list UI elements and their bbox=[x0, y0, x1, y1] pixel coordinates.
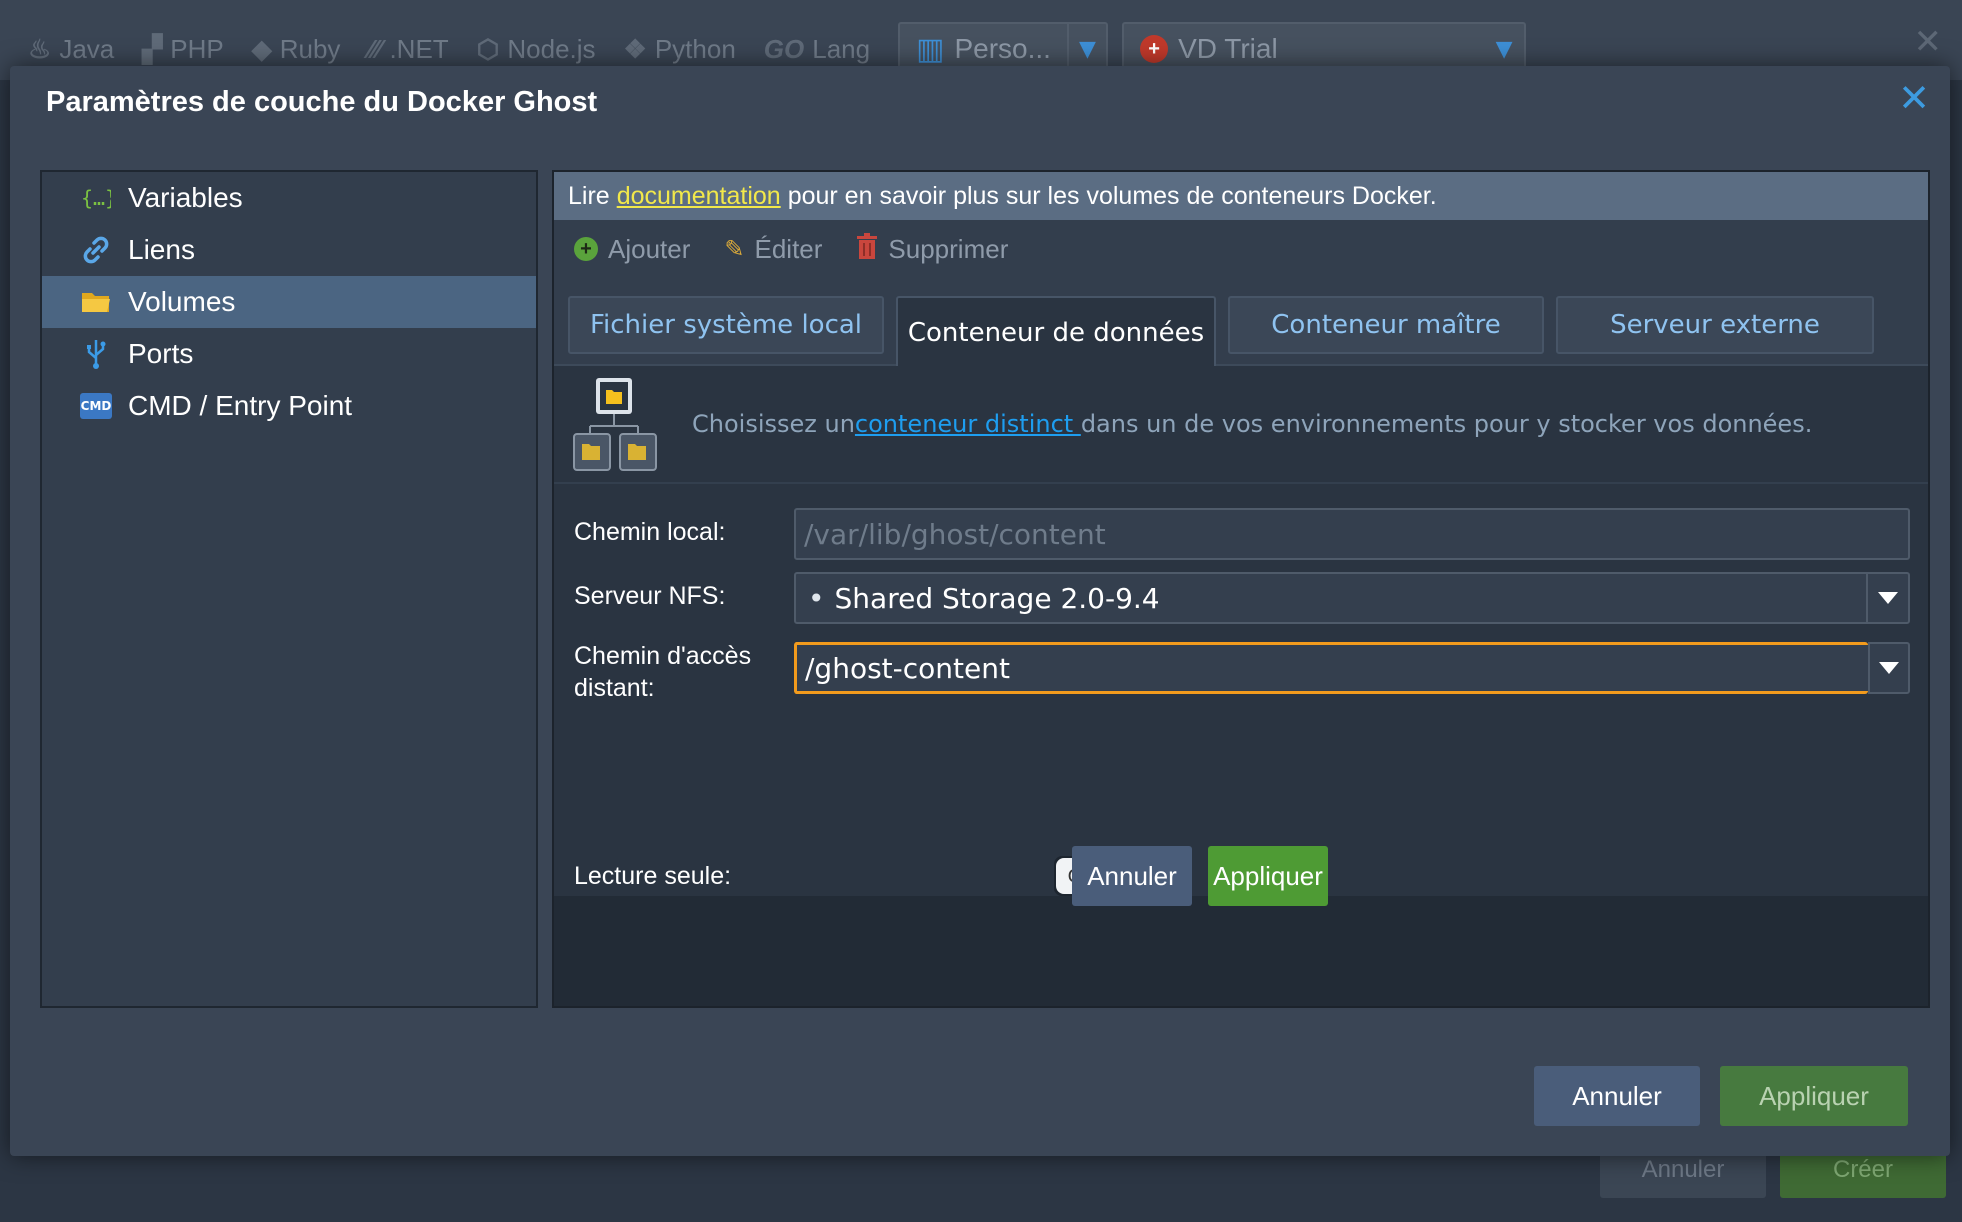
nav-item-label: Variables bbox=[128, 182, 243, 213]
nav-item-ports[interactable]: Ports bbox=[42, 328, 536, 380]
cmd-icon: CMD bbox=[80, 393, 112, 419]
tab-local-filesystem[interactable]: Fichier système local bbox=[568, 296, 884, 354]
stack-tab-label: .NET bbox=[389, 33, 449, 64]
nav-item-label: Liens bbox=[128, 234, 195, 265]
stack-tab-go[interactable]: GO Lang bbox=[764, 34, 870, 65]
layer-settings-dialog: Paramètres de couche du Docker Ghost ✕ {… bbox=[10, 66, 1950, 1156]
dialog-apply-button[interactable]: Appliquer bbox=[1720, 1066, 1908, 1126]
stack-tab-python[interactable]: ❖ Python bbox=[624, 34, 736, 65]
nav-item-label: CMD / Entry Point bbox=[128, 390, 353, 421]
remote-path-label: Chemin d'accès distant: bbox=[574, 640, 751, 704]
svg-text:{…}: {…} bbox=[81, 186, 111, 210]
hint-suffix: dans un de vos environnements pour y sto… bbox=[1080, 410, 1813, 438]
form-apply-button[interactable]: Appliquer bbox=[1208, 846, 1328, 906]
remote-path-label-line2: distant: bbox=[574, 674, 655, 702]
stack-tab-java[interactable]: ♨ Java bbox=[28, 34, 114, 65]
dialog-title: Paramètres de couche du Docker Ghost bbox=[46, 86, 598, 118]
python-icon: ❖ bbox=[623, 33, 647, 64]
remote-path-input[interactable]: /ghost-content bbox=[794, 642, 1868, 694]
local-path-label: Chemin local: bbox=[574, 518, 726, 546]
data-container-form: Choisissez unconteneur distinct dans un … bbox=[554, 366, 1928, 896]
tab-data-container[interactable]: Conteneur de données bbox=[896, 296, 1216, 368]
stack-tab-label: Ruby bbox=[279, 33, 341, 64]
nodejs-icon: ⬡ bbox=[476, 33, 500, 64]
delete-label: Supprimer bbox=[888, 233, 1009, 264]
hint-row: Choisissez unconteneur distinct dans un … bbox=[554, 366, 1928, 484]
usb-icon bbox=[80, 338, 112, 370]
chevron-down-icon bbox=[1879, 659, 1899, 678]
region-selector-label: VD Trial bbox=[1178, 33, 1278, 64]
background-close-icon[interactable]: ✕ bbox=[1914, 22, 1943, 62]
stack-tab-label: Node.js bbox=[507, 33, 596, 64]
remote-path-value: /ghost-content bbox=[805, 651, 1010, 685]
status-dot-icon: • bbox=[808, 581, 825, 615]
stack-tab-php[interactable]: ▞ PHP bbox=[142, 34, 223, 65]
delete-button[interactable]: Supprimer bbox=[856, 232, 1009, 266]
tab-external-server[interactable]: Serveur externe bbox=[1556, 296, 1874, 354]
pencil-icon: ✎ bbox=[724, 235, 745, 263]
stack-tab-label: PHP bbox=[170, 33, 224, 64]
hint-text: Choisissez unconteneur distinct dans un … bbox=[692, 410, 1812, 438]
volume-type-tabs: Fichier système local Conteneur de donné… bbox=[554, 278, 1928, 368]
remote-path-label-line1: Chemin d'accès bbox=[574, 642, 752, 670]
stack-tab-label: Java bbox=[59, 33, 115, 64]
variables-icon: {…} bbox=[80, 182, 112, 214]
settings-nav: {…} Variables Liens Volumes Ports CMD bbox=[40, 170, 538, 1008]
go-icon: GO bbox=[763, 33, 805, 64]
columns-icon: ▥ bbox=[916, 32, 945, 66]
info-suffix: pour en savoir plus sur les volumes de c… bbox=[787, 181, 1437, 210]
add-label: Ajouter bbox=[608, 233, 691, 264]
container-tree-icon bbox=[572, 376, 662, 480]
documentation-link[interactable]: documentation bbox=[617, 182, 781, 211]
nav-item-label: Ports bbox=[128, 338, 194, 369]
nfs-server-label: Serveur NFS: bbox=[574, 582, 726, 610]
documentation-info-bar: Lire documentation pour en savoir plus s… bbox=[554, 172, 1928, 220]
edit-button[interactable]: ✎ Éditer bbox=[724, 234, 822, 265]
php-icon: ▞ bbox=[142, 33, 163, 64]
tab-master-container[interactable]: Conteneur maître bbox=[1228, 296, 1544, 354]
info-prefix: Lire bbox=[568, 181, 610, 210]
stack-tab-dotnet[interactable]: ⁄⁄⁄ .NET bbox=[368, 34, 448, 65]
nfs-server-value: Shared Storage 2.0-9.4 bbox=[834, 581, 1160, 615]
local-path-field: /var/lib/ghost/content bbox=[794, 508, 1910, 560]
nav-item-variables[interactable]: {…} Variables bbox=[42, 172, 536, 224]
volumes-toolbar: + Ajouter ✎ Éditer Supprimer bbox=[554, 220, 1928, 278]
local-path-value: /var/lib/ghost/content bbox=[804, 517, 1106, 551]
edit-label: Éditer bbox=[754, 233, 823, 264]
ruby-icon: ◆ bbox=[251, 33, 272, 64]
dotnet-icon: ⁄⁄⁄ bbox=[368, 33, 382, 64]
swiss-flag-icon: + bbox=[1140, 35, 1169, 63]
nav-item-cmd[interactable]: CMD CMD / Entry Point bbox=[42, 380, 536, 432]
form-cancel-button[interactable]: Annuler bbox=[1072, 846, 1192, 906]
nfs-server-select[interactable]: • Shared Storage 2.0-9.4 bbox=[794, 572, 1910, 624]
readonly-label: Lecture seule: bbox=[574, 862, 732, 890]
close-icon[interactable]: ✕ bbox=[1894, 78, 1934, 118]
link-icon bbox=[80, 234, 112, 266]
hint-prefix: Choisissez un bbox=[692, 410, 855, 438]
plus-circle-icon: + bbox=[574, 237, 598, 261]
add-button[interactable]: + Ajouter bbox=[574, 234, 690, 265]
nav-item-volumes[interactable]: Volumes bbox=[42, 276, 536, 328]
dialog-cancel-button[interactable]: Annuler bbox=[1534, 1066, 1700, 1126]
nav-item-label: Volumes bbox=[128, 286, 236, 317]
java-icon: ♨ bbox=[28, 33, 52, 64]
chevron-down-icon[interactable] bbox=[1866, 574, 1908, 622]
stack-tab-nodejs[interactable]: ⬡ Node.js bbox=[477, 34, 596, 65]
stack-tab-ruby[interactable]: ◆ Ruby bbox=[252, 34, 341, 65]
remote-path-dropdown-button[interactable] bbox=[1868, 642, 1910, 694]
folder-icon bbox=[80, 286, 112, 318]
environment-selector-label: Perso... bbox=[954, 33, 1051, 64]
distinct-container-link[interactable]: conteneur distinct bbox=[855, 410, 1081, 438]
nav-item-links[interactable]: Liens bbox=[42, 224, 536, 276]
stack-tab-label: Lang bbox=[812, 33, 871, 64]
cmd-icon-text: CMD bbox=[80, 399, 112, 413]
trash-icon bbox=[856, 232, 878, 266]
volumes-panel: Lire documentation pour en savoir plus s… bbox=[552, 170, 1930, 1008]
stack-tab-label: Python bbox=[654, 33, 736, 64]
